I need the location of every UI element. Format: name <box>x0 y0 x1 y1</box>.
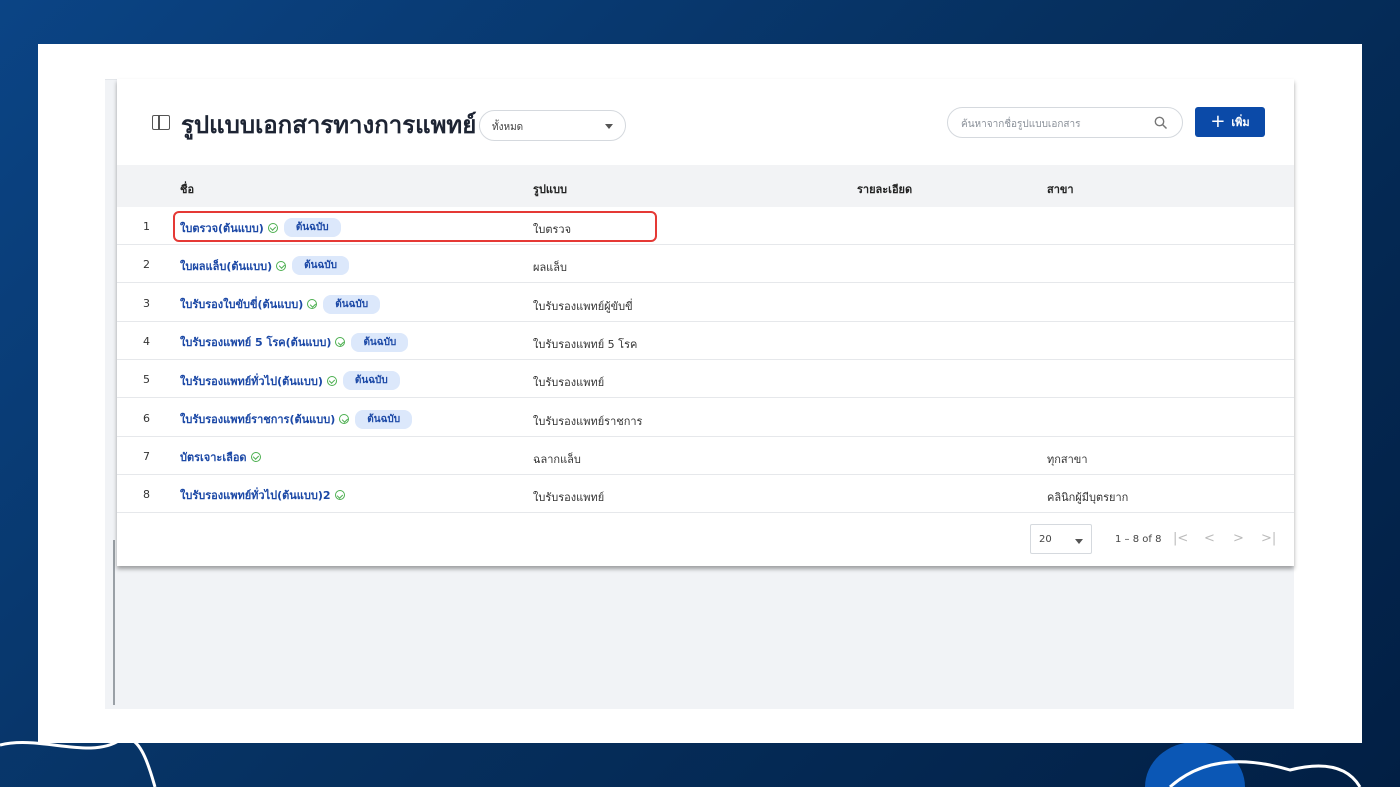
document-name-link[interactable]: ใบรับรองใบขับขี่(ต้นแบบ) ต้นฉบับ <box>180 294 381 314</box>
original-badge: ต้นฉบับ <box>351 332 409 352</box>
scrollbar[interactable] <box>113 540 115 705</box>
page-size-select[interactable]: 20 <box>1030 524 1092 554</box>
row-number: 8 <box>143 488 150 502</box>
column-name[interactable]: ชื่อ <box>180 180 194 198</box>
row-number: 6 <box>143 411 150 425</box>
document-name-link[interactable]: ใบผลแล็บ(ต้นแบบ) ต้นฉบับ <box>180 256 349 276</box>
table-row[interactable]: 7 บัตรเจาะเลือด ฉลากแล็บ ทุกสาขา <box>117 437 1294 475</box>
table-row[interactable]: 2 ใบผลแล็บ(ต้นแบบ) ต้นฉบับ ผลแล็บ <box>117 245 1294 284</box>
table-row[interactable]: 4 ใบรับรองแพทย์ 5 โรค(ต้นแบบ) ต้นฉบับ ใบร… <box>117 322 1294 360</box>
branch-cell: ทุกสาขา <box>1047 452 1088 466</box>
column-format[interactable]: รูปแบบ <box>533 180 567 198</box>
column-branch[interactable]: สาขา <box>1047 180 1074 198</box>
format-cell: ใบรับรองแพทย์ผู้ขับขี่ <box>533 299 633 313</box>
row-number: 7 <box>143 449 150 463</box>
document-name-link[interactable]: ใบรับรองแพทย์ราชการ(ต้นแบบ) ต้นฉบับ <box>180 409 413 429</box>
last-page-button[interactable]: >| <box>1261 531 1276 546</box>
document-name-link[interactable]: ใบรับรองแพทย์ทั่วไป(ต้นแบบ) ต้นฉบับ <box>180 371 400 391</box>
branch-cell: คลินิกผู้มีบุตรยาก <box>1047 491 1129 505</box>
format-cell: ฉลากแล็บ <box>533 452 581 466</box>
format-cell: ใบรับรองแพทย์ราชการ <box>533 414 643 428</box>
next-page-button[interactable]: > <box>1233 531 1244 546</box>
row-number: 2 <box>143 258 150 272</box>
original-badge: ต้นฉบับ <box>342 371 400 391</box>
document-name-link[interactable]: ใบรับรองแพทย์ทั่วไป(ต้นแบบ)2 <box>180 486 345 504</box>
check-circle-icon <box>250 451 261 462</box>
table-header: ชื่อ รูปแบบ รายละเอียด สาขา <box>117 165 1294 207</box>
format-cell: ใบรับรองแพทย์ <box>533 376 605 390</box>
table-row[interactable]: 3 ใบรับรองใบขับขี่(ต้นแบบ) ต้นฉบับ ใบรับร… <box>117 284 1294 322</box>
check-circle-icon <box>276 260 287 271</box>
original-badge: ต้นฉบับ <box>355 409 413 429</box>
check-circle-icon <box>307 299 318 310</box>
row-number: 5 <box>143 373 150 387</box>
table-row[interactable]: 6 ใบรับรองแพทย์ราชการ(ต้นแบบ) ต้นฉบับ ใบร… <box>117 399 1294 437</box>
check-circle-icon <box>326 375 337 386</box>
check-circle-icon <box>335 337 346 348</box>
original-badge: ต้นฉบับ <box>292 256 349 276</box>
filter-select[interactable]: ทั้งหมด <box>479 110 626 141</box>
sidebar-toggle-icon[interactable] <box>152 115 170 130</box>
row-number: 4 <box>143 334 150 348</box>
row-number: 1 <box>143 220 150 233</box>
document-name-link[interactable]: บัตรเจาะเลือด <box>180 448 261 466</box>
first-page-button[interactable]: |< <box>1173 531 1188 546</box>
row-number: 3 <box>143 296 150 310</box>
chevron-down-icon <box>605 124 613 129</box>
check-circle-icon <box>334 490 345 501</box>
prev-page-button[interactable]: < <box>1204 531 1215 546</box>
chevron-down-icon <box>1075 539 1083 544</box>
plus-icon: + <box>1210 111 1226 132</box>
search-input[interactable]: ค้นหาจากชื่อรูปแบบเอกสาร <box>947 107 1183 138</box>
page-range: 1 – 8 of 8 <box>1115 534 1162 545</box>
search-icon <box>1154 116 1168 130</box>
check-circle-icon <box>339 414 350 424</box>
table-row[interactable]: 5 ใบรับรองแพทย์ทั่วไป(ต้นแบบ) ต้นฉบับ ใบร… <box>117 360 1294 399</box>
add-button[interactable]: + เพิ่ม <box>1195 107 1265 137</box>
document-template-card: รูปแบบเอกสารทางการแพทย์ ทั้งหมด ค้นหาจาก… <box>117 79 1294 566</box>
original-badge: ต้นฉบับ <box>323 294 381 314</box>
document-name-link[interactable]: ใบรับรองแพทย์ 5 โรค(ต้นแบบ) ต้นฉบับ <box>180 332 409 352</box>
format-cell: ใบรับรองแพทย์ <box>533 491 605 505</box>
table-row[interactable]: 8 ใบรับรองแพทย์ทั่วไป(ต้นแบบ)2 ใบรับรองแ… <box>117 475 1294 514</box>
format-cell: ใบรับรองแพทย์ 5 โรค <box>533 337 638 351</box>
page-title: รูปแบบเอกสารทางการแพทย์ <box>181 111 477 139</box>
column-detail[interactable]: รายละเอียด <box>857 180 912 198</box>
format-cell: ผลแล็บ <box>533 261 567 275</box>
highlight-annotation <box>173 211 657 242</box>
